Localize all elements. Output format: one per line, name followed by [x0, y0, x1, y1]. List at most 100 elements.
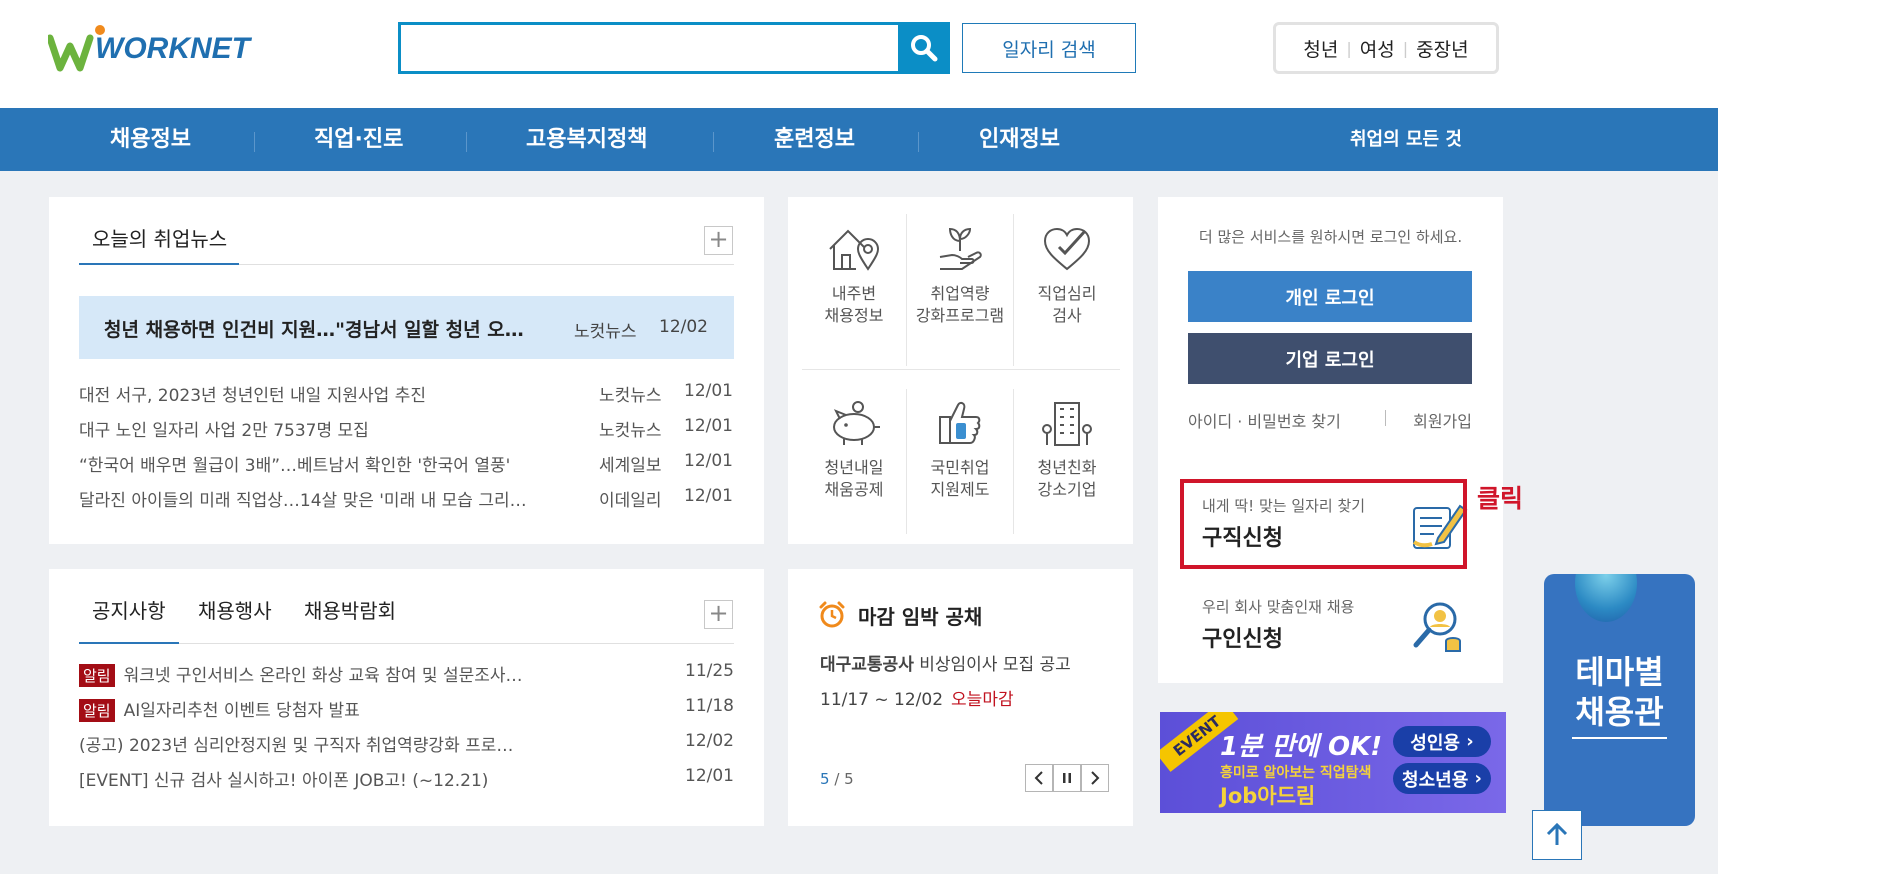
- news-item[interactable]: 대구 노인 일자리 사업 2만 7537명 모집 노컷뉴스 12/01: [79, 416, 734, 446]
- featured-news-date: 12/02: [659, 317, 708, 337]
- scroll-to-top-button[interactable]: [1532, 810, 1582, 860]
- prev-button[interactable]: [1025, 764, 1053, 792]
- nav-item-welfare[interactable]: 고용복지정책: [526, 108, 647, 171]
- company-login-button[interactable]: 기업 로그인: [1188, 333, 1472, 384]
- service-employment-capability[interactable]: 취업역량 강화프로그램: [910, 223, 1010, 327]
- alert-badge: 알림: [79, 664, 115, 687]
- service-label-line2: 지원제도: [930, 480, 990, 499]
- tab-job-fairs[interactable]: 채용박람회: [304, 595, 396, 624]
- banner-brand: Job아드림: [1220, 784, 1316, 808]
- featured-news-item[interactable]: 청년 채용하면 인건비 지원…"경남서 일할 청년 오… 노컷뉴스 12/02: [79, 296, 734, 359]
- notice-item[interactable]: [EVENT] 신규 검사 실시하고! 아이폰 JOB고! (~12.21) 1…: [79, 766, 734, 796]
- join-link[interactable]: 회원가입: [1413, 408, 1472, 432]
- tab-hiring-events[interactable]: 채용행사: [198, 595, 272, 624]
- notice-item-date: 12/02: [685, 731, 734, 751]
- notice-item[interactable]: (공고) 2023년 심리안정지원 및 구직자 취업역량강화 프로… 12/02: [79, 731, 734, 761]
- nav-all-about-jobs[interactable]: 취업의 모든 것: [1350, 108, 1462, 171]
- page-root: WORKNET 일자리 검색 청년 | 여성 | 중장년 채용정보 직업·진로 …: [0, 0, 1877, 874]
- tab-notice[interactable]: 공지사항: [92, 595, 166, 624]
- notice-item-date: 11/25: [685, 661, 734, 681]
- service-youth-savings[interactable]: 청년내일 채움공제: [804, 397, 904, 501]
- service-label-line1: 청년친화: [1037, 458, 1097, 477]
- news-item-title: “한국어 배우면 월급이 3배”…베트남서 확인한 '한국어 열풍': [79, 456, 511, 476]
- active-tab-underline: [79, 642, 179, 644]
- service-label-line1: 직업심리: [1037, 284, 1097, 303]
- target-tab-women[interactable]: 여성: [1360, 35, 1395, 62]
- alert-badge: 알림: [79, 699, 115, 722]
- service-psych-test[interactable]: 직업심리 검사: [1017, 223, 1117, 327]
- nav-item-jobs[interactable]: 채용정보: [110, 108, 191, 171]
- piggy-bank-icon: [833, 401, 880, 445]
- service-nearby-jobs[interactable]: 내주변 채용정보: [804, 223, 904, 327]
- pause-button[interactable]: [1053, 764, 1081, 792]
- adult-button-label: 성인용: [1410, 732, 1460, 754]
- deadline-posting[interactable]: 대구교통공사 비상임이사 모집 공고: [820, 650, 1071, 675]
- news-item-source: 노컷뉴스: [599, 421, 662, 441]
- youth-button[interactable]: 청소년용 ›: [1393, 763, 1491, 794]
- target-tabs: 청년 | 여성 | 중장년: [1273, 22, 1499, 74]
- deadline-pager: 5 / 5: [820, 770, 854, 788]
- service-grid-panel: 내주변 채용정보 취업역량 강화프로그램 직업심리 검사 청년내일 채움공제 국…: [788, 197, 1133, 544]
- deadline-header: 마감 임박 공채: [818, 601, 982, 634]
- alarm-clock-icon: [819, 601, 845, 628]
- find-id-password-link[interactable]: 아이디 · 비밀번호 찾기: [1188, 412, 1341, 431]
- pause-icon: [1063, 773, 1071, 783]
- next-button[interactable]: [1081, 764, 1109, 792]
- search-button[interactable]: [898, 22, 950, 74]
- worknet-logo[interactable]: WORKNET: [46, 24, 250, 74]
- grid-divider: [906, 389, 907, 534]
- pager-total: / 5: [834, 770, 854, 788]
- nav-divider: [254, 132, 255, 152]
- link-divider: [1385, 410, 1386, 426]
- news-item-source: 노컷뉴스: [599, 386, 662, 406]
- service-label-line2: 검사: [1052, 306, 1082, 325]
- job-search-button[interactable]: 일자리 검색: [962, 23, 1136, 73]
- news-item-title: 대구 노인 일자리 사업 2만 7537명 모집: [79, 421, 369, 441]
- tab-divider: |: [1402, 38, 1409, 58]
- service-label-line1: 내주변: [831, 284, 877, 303]
- notice-item[interactable]: 알림 워크넷 구인서비스 온라인 화상 교육 참여 및 설문조사… 11/25: [79, 661, 734, 691]
- search-input[interactable]: [401, 25, 901, 71]
- news-item[interactable]: 달라진 아이들의 미래 직업상…14살 맞은 '미래 내 모습 그리… 이데일리…: [79, 486, 734, 516]
- nav-item-training[interactable]: 훈련정보: [774, 108, 855, 171]
- theme-line1: 테마별: [1575, 653, 1664, 691]
- notice-item-title: AI일자리추천 이벤트 당첨자 발표: [123, 701, 360, 721]
- news-item[interactable]: 대전 서구, 2023년 청년인턴 내일 지원사업 추진 노컷뉴스 12/01: [79, 381, 734, 411]
- theme-recruitment-banner[interactable]: 테마별 채용관: [1544, 574, 1695, 826]
- news-title[interactable]: 오늘의 취업뉴스: [92, 223, 227, 252]
- notice-item-title: [EVENT] 신규 검사 실시하고! 아이폰 JOB고! (~12.21): [79, 771, 489, 791]
- hire-apply-box[interactable]: 우리 회사 맞춤인재 채용 구인신청: [1188, 583, 1472, 673]
- target-tab-middle-aged[interactable]: 중장년: [1416, 35, 1468, 62]
- chevron-left-icon: [1034, 771, 1043, 785]
- notice-more-button[interactable]: +: [704, 600, 733, 629]
- service-youth-friendly-company[interactable]: 청년친화 강소기업: [1017, 397, 1117, 501]
- personal-login-button[interactable]: 개인 로그인: [1188, 271, 1472, 322]
- pager-current: 5: [820, 770, 830, 788]
- target-tab-youth[interactable]: 청년: [1303, 35, 1338, 62]
- main-nav: 채용정보 직업·진로 고용복지정책 훈련정보 인재정보 취업의 모든 것: [0, 108, 1718, 171]
- news-item-title: 대전 서구, 2023년 청년인턴 내일 지원사업 추진: [79, 386, 426, 406]
- notice-panel: 공지사항 채용행사 채용박람회 + 알림 워크넷 구인서비스 온라인 화상 교육 …: [49, 569, 764, 826]
- nav-divider: [713, 132, 714, 152]
- notice-item[interactable]: 알림 AI일자리추천 이벤트 당첨자 발표 11/18: [79, 696, 734, 726]
- news-more-button[interactable]: +: [704, 226, 733, 255]
- service-national-employment[interactable]: 국민취업 지원제도: [910, 397, 1010, 501]
- chevron-right-icon: ›: [1474, 768, 1482, 789]
- service-label-line1: 청년내일: [824, 458, 884, 477]
- nav-item-talent[interactable]: 인재정보: [979, 108, 1060, 171]
- click-annotation-label: 클릭: [1477, 484, 1524, 513]
- notice-item-title: 워크넷 구인서비스 온라인 화상 교육 참여 및 설문조사…: [123, 666, 523, 686]
- news-item[interactable]: “한국어 배우면 월급이 3배”…베트남서 확인한 '한국어 열풍' 세계일보 …: [79, 451, 734, 481]
- nav-item-career[interactable]: 직업·진로: [314, 108, 403, 171]
- search-box: [398, 22, 901, 74]
- banner-subtitle: 흥미로 알아보는 직업탐색: [1220, 765, 1372, 781]
- grid-divider: [802, 369, 1120, 370]
- adult-button[interactable]: 성인용 ›: [1393, 726, 1491, 757]
- news-item-date: 12/01: [684, 416, 733, 436]
- building-icon: [1042, 402, 1092, 446]
- job-dream-event-banner[interactable]: EVENT 1분 만에 OK! 흥미로 알아보는 직업탐색 Job아드림 성인용…: [1160, 712, 1506, 813]
- service-label-line2: 강화프로그램: [915, 306, 1005, 325]
- active-tab-underline: [79, 263, 239, 265]
- service-label-line2: 채용정보: [824, 306, 884, 325]
- deadline-period: 11/17 ~ 12/02: [820, 690, 944, 710]
